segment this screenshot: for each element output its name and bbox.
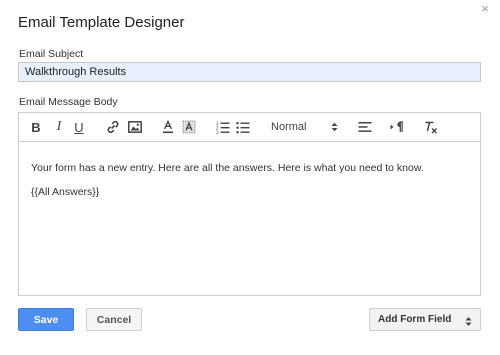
format-select-value: Normal — [271, 121, 307, 133]
text-color-icon[interactable] — [161, 118, 175, 136]
cancel-button[interactable]: Cancel — [86, 308, 142, 331]
svg-text:3: 3 — [216, 130, 219, 134]
body-paragraph: {{All Answers}} — [31, 186, 100, 198]
subject-input[interactable] — [18, 62, 481, 82]
align-icon[interactable] — [357, 118, 373, 136]
email-template-dialog: Email Template Designer × Email Subject … — [0, 0, 500, 355]
editor-toolbar: B I U 1 2 3 Normal — [19, 113, 480, 142]
italic-icon[interactable]: I — [52, 118, 66, 136]
body-paragraph: Your form has a new entry. Here are all … — [31, 162, 424, 174]
format-select[interactable]: Normal — [271, 118, 341, 136]
image-icon[interactable] — [127, 118, 143, 136]
editor-content[interactable]: Your form has a new entry. Here are all … — [31, 161, 468, 209]
save-button[interactable]: Save — [18, 308, 74, 331]
bold-icon[interactable]: B — [29, 118, 43, 136]
clear-formatting-icon[interactable] — [423, 118, 439, 136]
close-icon[interactable]: × — [478, 2, 492, 16]
ordered-list-icon[interactable]: 1 2 3 — [215, 118, 231, 136]
text-direction-icon[interactable] — [389, 118, 405, 136]
dialog-title: Email Template Designer — [18, 14, 185, 31]
body-label: Email Message Body — [19, 96, 118, 108]
up-down-caret-icon — [331, 122, 338, 132]
bullet-list-icon[interactable] — [235, 118, 251, 136]
add-form-field-select[interactable]: Add Form Field — [369, 308, 481, 331]
add-form-field-label: Add Form Field — [378, 314, 452, 325]
background-color-icon[interactable] — [181, 118, 197, 136]
link-icon[interactable] — [105, 118, 121, 136]
underline-icon[interactable]: U — [72, 118, 86, 136]
message-editor: B I U 1 2 3 Normal Your form has a new e… — [18, 112, 481, 296]
subject-label: Email Subject — [19, 48, 84, 60]
up-down-caret-icon — [465, 314, 472, 335]
